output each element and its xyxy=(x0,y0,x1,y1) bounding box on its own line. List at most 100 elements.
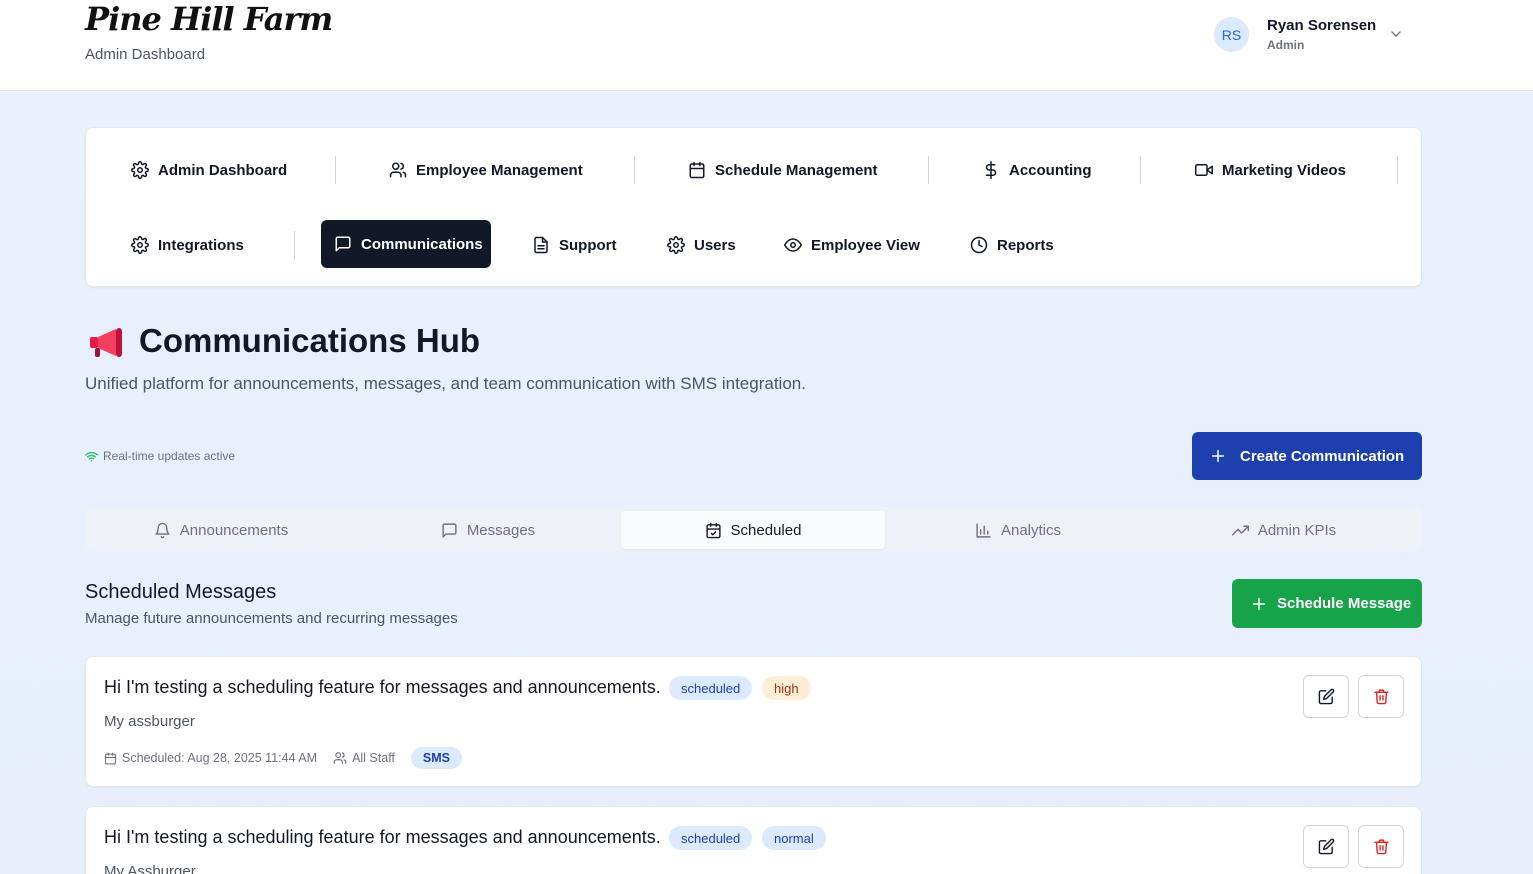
edit-button[interactable] xyxy=(1303,825,1349,868)
scheduled-message-card: Hi I'm testing a scheduling feature for … xyxy=(85,656,1422,787)
schedule-message-button[interactable]: Schedule Message xyxy=(1232,579,1422,628)
tab-label: Analytics xyxy=(1000,521,1062,539)
users-icon xyxy=(389,161,407,179)
tab-scheduled[interactable]: Scheduled xyxy=(621,511,885,549)
nav-employee-view[interactable]: Employee View xyxy=(771,221,933,269)
tab-announcements[interactable]: Announcements xyxy=(89,511,353,549)
main-nav: Admin Dashboard Employee Management Sche… xyxy=(85,127,1422,287)
priority-badge: normal xyxy=(762,826,826,850)
nav-schedule-management[interactable]: Schedule Management xyxy=(675,146,891,194)
create-communication-button[interactable]: Create Communication xyxy=(1192,432,1422,480)
nav-divider xyxy=(634,156,635,184)
plus-icon xyxy=(1251,596,1267,612)
page-title: Communications Hub xyxy=(139,322,481,359)
section-title: Scheduled Messages xyxy=(85,581,277,603)
realtime-status: Real-time updates active xyxy=(85,449,235,463)
user-name[interactable]: Ryan Sorensen xyxy=(1267,17,1376,34)
nav-label: Integrations xyxy=(158,236,244,254)
tab-label: Scheduled xyxy=(730,521,802,539)
nav-label: Schedule Management xyxy=(715,161,878,179)
nav-label: Support xyxy=(559,236,617,254)
wifi-icon xyxy=(85,450,98,463)
create-communication-label: Create Communication xyxy=(1240,447,1405,465)
user-role: Admin xyxy=(1267,38,1305,52)
tab-messages[interactable]: Messages xyxy=(356,511,620,549)
page-subtitle: Unified platform for announcements, mess… xyxy=(85,374,806,393)
message-icon xyxy=(441,522,458,539)
document-icon xyxy=(532,236,550,254)
schedule-time: Scheduled: Aug 28, 2025 11:44 AM xyxy=(104,751,317,765)
calendar-icon xyxy=(104,752,117,765)
edit-icon xyxy=(1318,688,1335,705)
message-body: My assburger xyxy=(104,713,195,730)
nav-communications[interactable]: Communications xyxy=(321,220,491,268)
tab-admin-kpis[interactable]: Admin KPIs xyxy=(1152,511,1416,549)
dollar-icon xyxy=(982,161,1000,179)
nav-users[interactable]: Users xyxy=(654,221,749,269)
nav-admin-dashboard[interactable]: Admin Dashboard xyxy=(118,146,300,194)
nav-label: Marketing Videos xyxy=(1222,161,1346,179)
bell-icon xyxy=(154,522,171,539)
schedule-message-label: Schedule Message xyxy=(1277,595,1412,612)
app-header: Pine Hill Farm Admin Dashboard RS Ryan S… xyxy=(0,0,1533,91)
eye-icon xyxy=(784,236,802,254)
clock-icon xyxy=(970,236,988,254)
trash-icon xyxy=(1373,838,1390,855)
audience-label: All Staff xyxy=(352,751,395,765)
megaphone-icon xyxy=(88,326,124,360)
nav-label: Employee Management xyxy=(416,161,583,179)
users-icon xyxy=(333,751,347,765)
logo-subtitle: Admin Dashboard xyxy=(85,46,206,63)
trash-icon xyxy=(1373,688,1390,705)
nav-divider xyxy=(928,156,929,184)
communications-tabs: Announcements Messages Scheduled Analyti… xyxy=(85,507,1422,551)
status-badge: scheduled xyxy=(669,676,753,700)
nav-divider xyxy=(335,156,336,184)
edit-button[interactable] xyxy=(1303,675,1349,718)
gear-icon xyxy=(131,161,149,179)
priority-badge: high xyxy=(762,676,811,700)
nav-reports[interactable]: Reports xyxy=(957,221,1067,269)
section-subtitle: Manage future announcements and recurrin… xyxy=(85,610,458,627)
calendar-check-icon xyxy=(705,522,722,539)
chevron-down-icon[interactable] xyxy=(1388,26,1404,42)
channel-badge: SMS xyxy=(410,747,463,769)
message-body: My Assburger xyxy=(104,863,196,874)
nav-divider xyxy=(294,231,295,259)
nav-label: Reports xyxy=(997,236,1054,254)
bar-chart-icon xyxy=(975,522,992,539)
nav-label: Employee View xyxy=(811,236,920,254)
message-icon xyxy=(334,235,352,253)
avatar[interactable]: RS xyxy=(1214,17,1249,52)
calendar-icon xyxy=(688,161,706,179)
tab-analytics[interactable]: Analytics xyxy=(886,511,1150,549)
trending-up-icon xyxy=(1231,522,1249,539)
tab-label: Admin KPIs xyxy=(1257,521,1337,539)
nav-label: Users xyxy=(694,236,736,254)
nav-support[interactable]: Support xyxy=(519,221,630,269)
message-meta: Scheduled: Aug 28, 2025 11:44 AM All Sta… xyxy=(104,745,463,771)
tab-label: Messages xyxy=(466,521,536,539)
status-badge: scheduled xyxy=(669,826,753,850)
gear-icon xyxy=(667,236,685,254)
delete-button[interactable] xyxy=(1358,675,1404,718)
audience: All Staff xyxy=(333,751,395,765)
schedule-time-label: Scheduled: Aug 28, 2025 11:44 AM xyxy=(122,751,318,765)
nav-marketing-videos[interactable]: Marketing Videos xyxy=(1182,146,1359,194)
gear-icon xyxy=(131,236,149,254)
plus-icon xyxy=(1210,448,1226,464)
nav-divider xyxy=(1140,156,1141,184)
scheduled-message-card: Hi I'm testing a scheduling feature for … xyxy=(85,806,1422,874)
message-title: Hi I'm testing a scheduling feature for … xyxy=(104,827,661,847)
edit-icon xyxy=(1318,838,1335,855)
delete-button[interactable] xyxy=(1358,825,1404,868)
nav-label: Communications xyxy=(361,235,483,253)
nav-integrations[interactable]: Integrations xyxy=(118,221,257,269)
logo[interactable]: Pine Hill Farm xyxy=(85,0,333,38)
nav-divider xyxy=(1397,156,1398,184)
nav-accounting[interactable]: Accounting xyxy=(969,146,1105,194)
nav-label: Accounting xyxy=(1009,161,1092,179)
nav-employee-management[interactable]: Employee Management xyxy=(376,146,596,194)
nav-label: Admin Dashboard xyxy=(158,161,288,179)
tab-label: Announcements xyxy=(179,521,289,539)
